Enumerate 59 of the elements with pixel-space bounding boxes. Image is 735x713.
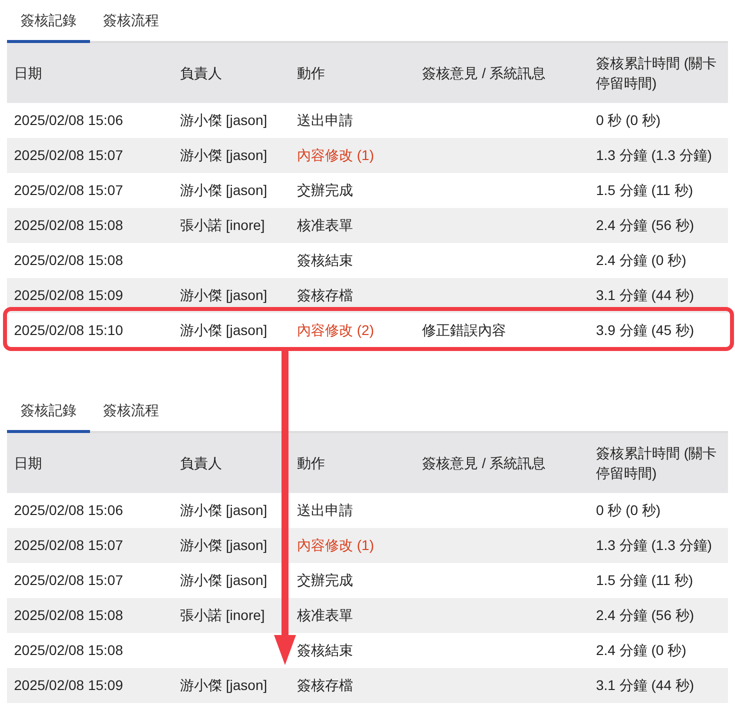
table-cell: 張小諾 [inore] (173, 208, 290, 243)
column-header: 日期 (7, 433, 173, 493)
table-cell: 2025/02/08 15:08 (7, 243, 173, 278)
action-cell: 簽核存檔 (290, 668, 415, 703)
table-cell: 2025/02/08 15:08 (7, 598, 173, 633)
column-header: 日期 (7, 43, 173, 103)
table-cell: 2.4 分鐘 (0 秒) (589, 243, 728, 278)
table-cell: 2025/02/08 15:06 (7, 493, 173, 528)
table-cell: 2.4 分鐘 (56 秒) (589, 208, 728, 243)
table-cell: 2.4 分鐘 (0 秒) (589, 633, 728, 668)
table-cell: 游小傑 [jason] (173, 103, 290, 138)
table-cell: 2025/02/08 15:10 (7, 313, 173, 348)
column-header: 動作 (290, 43, 415, 103)
action-cell: 送出申請 (290, 103, 415, 138)
column-header: 負責人 (173, 433, 290, 493)
table-cell: 2025/02/08 15:06 (7, 103, 173, 138)
action-cell: 內容修改 (1) (290, 528, 415, 563)
table-cell: 3.9 分鐘 (45 秒) (589, 313, 728, 348)
table-cell: 2025/02/08 15:09 (7, 668, 173, 703)
table-cell: 2025/02/08 15:07 (7, 138, 173, 173)
table-cell: 游小傑 [jason] (173, 313, 290, 348)
action-cell: 簽核結束 (290, 243, 415, 278)
table-cell: 2.4 分鐘 (56 秒) (589, 598, 728, 633)
table-cell: 0 秒 (0 秒) (589, 493, 728, 528)
action-cell: 送出申請 (290, 493, 415, 528)
tab[interactable]: 簽核流程 (90, 390, 172, 433)
table-cell: 1.3 分鐘 (1.3 分鐘) (589, 528, 728, 563)
action-cell: 交辦完成 (290, 173, 415, 208)
table-cell: 1.5 分鐘 (11 秒) (589, 173, 728, 208)
column-header: 動作 (290, 433, 415, 493)
table-cell: 張小諾 [inore] (173, 598, 290, 633)
table-cell: 2025/02/08 15:07 (7, 173, 173, 208)
action-cell: 內容修改 (1) (290, 138, 415, 173)
action-cell: 內容修改 (2) (290, 313, 415, 348)
table-cell: 2025/02/08 15:07 (7, 528, 173, 563)
action-cell: 簽核結束 (290, 633, 415, 668)
column-header: 簽核累計時間 (關卡停留時間) (589, 433, 728, 493)
tab[interactable]: 簽核流程 (90, 0, 172, 43)
table-cell: 0 秒 (0 秒) (589, 103, 728, 138)
table-cell: 3.1 分鐘 (44 秒) (589, 668, 728, 703)
table-cell: 2025/02/08 15:08 (7, 208, 173, 243)
table-cell: 2025/02/08 15:07 (7, 563, 173, 598)
column-header: 簽核累計時間 (關卡停留時間) (589, 43, 728, 103)
table-cell: 游小傑 [jason] (173, 563, 290, 598)
table-cell: 游小傑 [jason] (173, 493, 290, 528)
action-cell: 交辦完成 (290, 563, 415, 598)
column-header: 簽核意見 / 系統訊息 (415, 433, 589, 493)
table-cell: 游小傑 [jason] (173, 138, 290, 173)
table-cell: 修正錯誤內容 (415, 313, 589, 348)
table-cell: 2025/02/08 15:08 (7, 633, 173, 668)
action-cell: 核准表單 (290, 598, 415, 633)
table-cell: 1.3 分鐘 (1.3 分鐘) (589, 138, 728, 173)
table-cell: 游小傑 [jason] (173, 528, 290, 563)
table-cell: 游小傑 [jason] (173, 668, 290, 703)
action-cell: 核准表單 (290, 208, 415, 243)
table-cell: 1.5 分鐘 (11 秒) (589, 563, 728, 598)
column-header: 負責人 (173, 43, 290, 103)
column-header: 簽核意見 / 系統訊息 (415, 43, 589, 103)
table-cell: 游小傑 [jason] (173, 173, 290, 208)
